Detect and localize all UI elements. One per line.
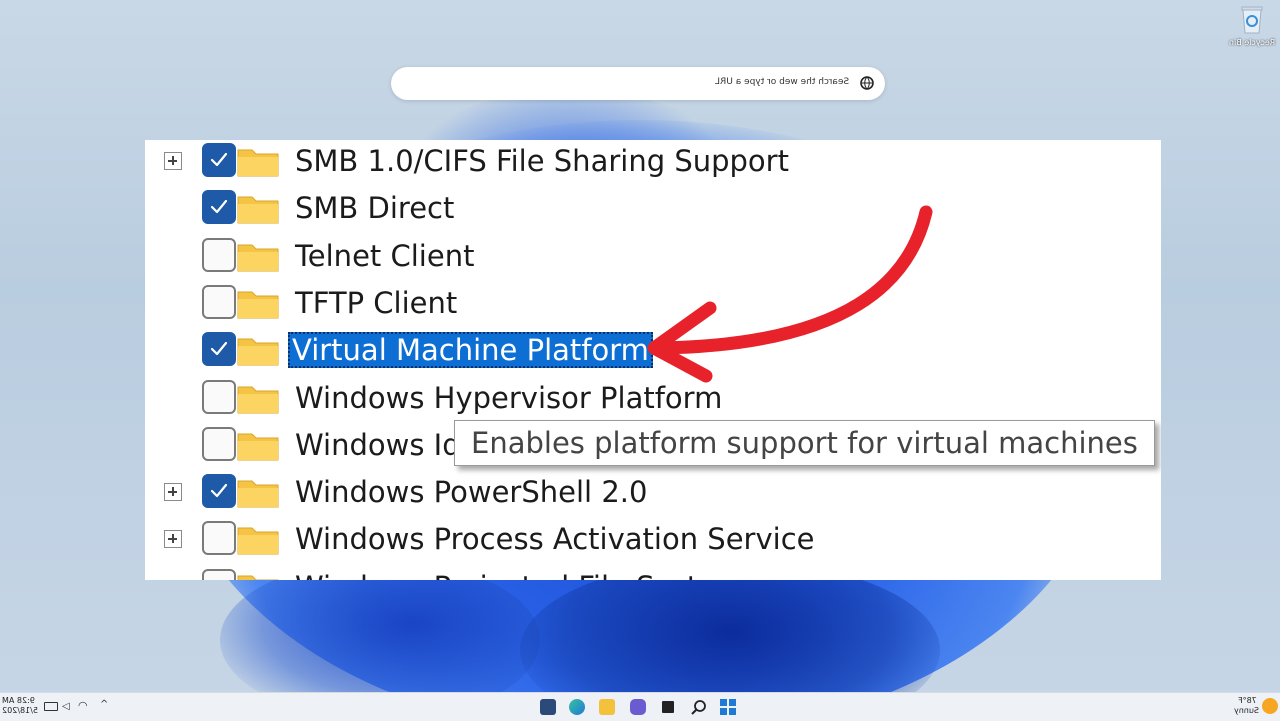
task-view-icon[interactable]	[662, 701, 674, 713]
feature-label[interactable]: SMB 1.0/CIFS File Sharing Support	[291, 143, 793, 179]
taskbar: 9:28 AM 5/18/202 ◁ ◠ ^ 78°F Sunny	[0, 692, 1280, 721]
clock-time[interactable]: 9:28 AM	[2, 696, 35, 705]
feature-checkbox[interactable]	[202, 190, 236, 225]
feature-checkbox[interactable]	[202, 474, 236, 509]
recycle-bin-label: Recycle Bin	[1228, 38, 1276, 47]
clock-date[interactable]: 5/18/202	[2, 706, 38, 715]
folder-icon	[237, 571, 279, 580]
feature-row[interactable]: Windows PowerShell 2.0	[145, 469, 1161, 515]
sun-icon[interactable]	[1262, 698, 1278, 714]
folder-icon	[237, 382, 279, 414]
expand-plus-icon[interactable]	[164, 530, 182, 549]
feature-checkbox[interactable]	[202, 568, 236, 580]
folder-icon	[237, 334, 279, 366]
feature-label[interactable]: Windows Projected File System	[291, 569, 748, 580]
feature-checkbox[interactable]	[202, 284, 236, 319]
chat-icon[interactable]	[630, 699, 646, 715]
feature-checkbox[interactable]	[202, 379, 236, 414]
feature-checkbox[interactable]	[202, 143, 236, 177]
recycle-bin-shortcut[interactable]: Recycle Bin	[1228, 4, 1276, 47]
feature-label[interactable]: Virtual Machine Platform	[288, 332, 653, 369]
search-placeholder: Search the web or type a URL	[714, 77, 849, 87]
feature-row[interactable]: Windows Process Activation Service	[145, 516, 1161, 562]
feature-label[interactable]: SMB Direct	[291, 190, 458, 226]
wifi-icon[interactable]: ◠	[78, 699, 88, 712]
weather-desc[interactable]: Sunny	[1234, 706, 1259, 715]
search-icon	[859, 75, 875, 91]
feature-row[interactable]: SMB 1.0/CIFS File Sharing Support	[145, 140, 1161, 184]
store-icon[interactable]	[540, 699, 556, 715]
volume-icon[interactable]: ◁	[62, 701, 70, 712]
feature-checkbox[interactable]	[202, 237, 236, 272]
feature-label[interactable]: Windows Id	[291, 427, 465, 463]
windows-start-icon[interactable]	[720, 699, 736, 715]
feature-checkbox[interactable]	[202, 332, 236, 367]
feature-checkbox[interactable]	[202, 521, 236, 556]
feature-label[interactable]: Windows Process Activation Service	[291, 521, 818, 557]
folder-icon	[237, 192, 279, 224]
recycle-bin-icon	[1239, 4, 1265, 34]
annotation-arrow-icon	[647, 205, 933, 383]
chevron-up-icon[interactable]: ^	[100, 699, 108, 710]
expand-plus-icon[interactable]	[164, 152, 182, 170]
edge-icon[interactable]	[569, 699, 585, 715]
folder-icon	[237, 287, 279, 319]
feature-description-tooltip: Enables platform support for virtual mac…	[454, 420, 1155, 466]
expand-plus-icon[interactable]	[164, 483, 182, 502]
file-explorer-icon[interactable]	[599, 699, 615, 715]
search-icon[interactable]	[691, 699, 707, 715]
folder-icon	[237, 429, 279, 461]
web-search-bar[interactable]: Search the web or type a URL	[391, 67, 885, 100]
feature-label[interactable]: TFTP Client	[291, 285, 461, 321]
feature-label[interactable]: Windows PowerShell 2.0	[291, 474, 651, 510]
feature-row[interactable]: Windows Projected File System	[145, 564, 1161, 580]
folder-icon	[237, 523, 279, 555]
folder-icon	[237, 240, 279, 272]
weather-temp[interactable]: 78°F	[1238, 696, 1257, 705]
battery-icon[interactable]	[44, 702, 58, 711]
folder-icon	[237, 476, 279, 508]
feature-label[interactable]: Telnet Client	[291, 238, 478, 274]
feature-checkbox[interactable]	[202, 426, 236, 461]
folder-icon	[237, 145, 279, 177]
